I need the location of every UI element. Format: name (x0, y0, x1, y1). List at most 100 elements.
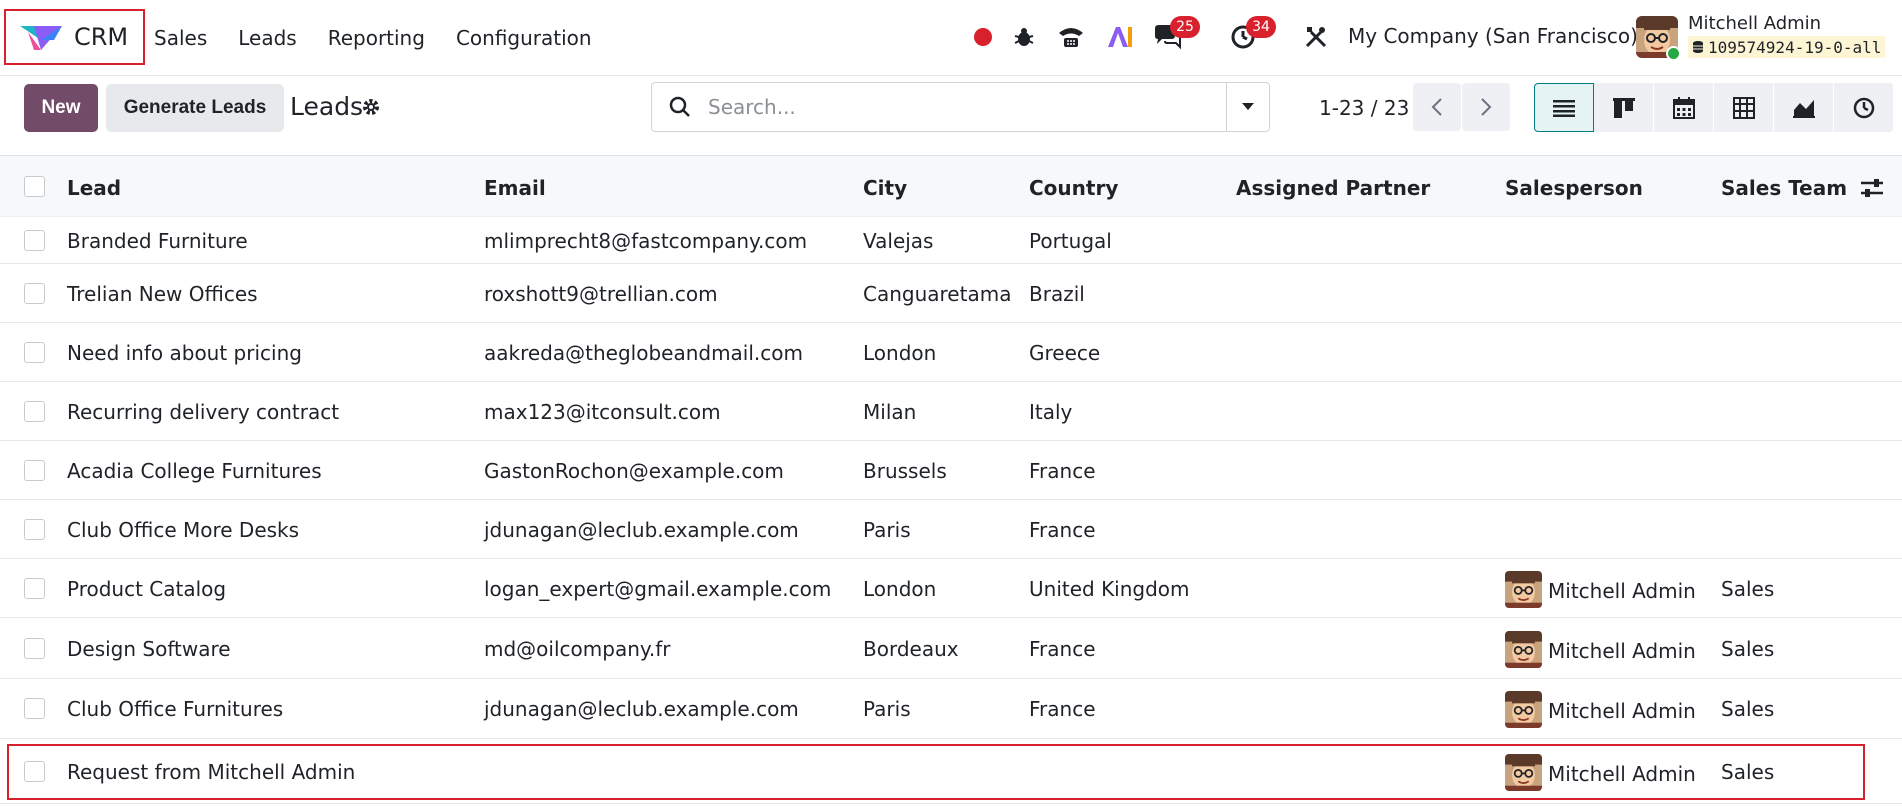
activity-view-icon (1853, 97, 1874, 118)
cell-sales-team: Sales (1721, 759, 1775, 784)
table-row[interactable]: Product Catalog logan_expert@gmail.exampl… (0, 559, 1902, 618)
menu-reporting[interactable]: Reporting (328, 26, 425, 50)
cell-country: Italy (1029, 399, 1073, 424)
column-city[interactable]: City (863, 176, 907, 200)
search-input[interactable] (708, 83, 1226, 131)
kanban-view-icon (1612, 97, 1635, 118)
cell-city: London (863, 340, 937, 365)
ai-icon[interactable] (1105, 22, 1135, 52)
cell-email: max123@itconsult.com (484, 399, 721, 424)
salesperson-avatar[interactable] (1505, 691, 1542, 728)
column-country[interactable]: Country (1029, 176, 1118, 200)
pivot-view-button[interactable] (1714, 83, 1774, 132)
view-switcher (1534, 83, 1894, 132)
search-options-toggle[interactable] (1226, 83, 1269, 131)
list-view-button[interactable] (1534, 83, 1594, 132)
search-icon (652, 96, 708, 118)
graph-view-button[interactable] (1774, 83, 1834, 132)
table-row[interactable]: Recurring delivery contract max123@itcons… (0, 382, 1902, 441)
search-bar (651, 82, 1270, 132)
user-avatar[interactable] (1636, 16, 1681, 61)
cell-salesperson: Mitchell Admin (1548, 638, 1696, 663)
tools-icon[interactable] (1301, 22, 1331, 52)
calendar-view-button[interactable] (1654, 83, 1714, 132)
top-navbar: CRM Sales Leads Reporting Configuration (0, 0, 1902, 76)
cell-email: aakreda@theglobeandmail.com (484, 340, 803, 365)
clock-icon[interactable]: 34 (1228, 16, 1276, 52)
cell-lead: Design Software (67, 636, 231, 661)
pager-value[interactable]: 1-23 / 23 (1319, 96, 1409, 120)
gear-icon[interactable] (361, 97, 383, 119)
row-checkbox[interactable] (24, 229, 45, 251)
salesperson-avatar[interactable] (1505, 630, 1542, 668)
cell-country: United Kingdom (1029, 576, 1190, 601)
table-row[interactable]: Need info about pricing aakreda@theglobea… (0, 323, 1902, 382)
menu-leads[interactable]: Leads (238, 26, 296, 50)
caret-down-icon (1242, 103, 1254, 110)
record-icon[interactable] (968, 22, 998, 52)
column-email[interactable]: Email (484, 176, 546, 200)
row-checkbox[interactable] (24, 577, 45, 599)
row-checkbox[interactable] (24, 341, 45, 363)
table-row[interactable]: Acadia College Furnitures GastonRochon@ex… (0, 441, 1902, 500)
cell-lead: Acadia College Furnitures (67, 458, 322, 483)
table-row[interactable]: Trelian New Offices roxshott9@trellian.co… (0, 264, 1902, 323)
company-switcher[interactable]: My Company (San Francisco) (1348, 24, 1638, 48)
new-button[interactable]: New (24, 84, 98, 132)
menu-sales[interactable]: Sales (154, 26, 207, 50)
cell-email: jdunagan@leclub.example.com (484, 697, 799, 721)
column-assigned-partner[interactable]: Assigned Partner (1236, 176, 1430, 200)
activity-count-badge: 34 (1246, 16, 1276, 38)
row-checkbox[interactable] (24, 698, 45, 719)
row-checkbox[interactable] (24, 637, 45, 659)
app-brand[interactable]: CRM (4, 9, 145, 65)
cell-country: France (1029, 697, 1096, 721)
menu-configuration[interactable]: Configuration (456, 26, 592, 50)
salesperson-avatar[interactable] (1505, 753, 1542, 791)
crm-logo-icon (20, 26, 62, 50)
cell-city: Paris (863, 517, 911, 542)
user-name[interactable]: Mitchell Admin (1688, 13, 1821, 34)
calendar-view-icon (1672, 96, 1695, 119)
cell-lead: Branded Furniture (67, 228, 248, 253)
graph-view-icon (1792, 99, 1815, 118)
cell-city: London (863, 576, 937, 601)
cell-city: Paris (863, 697, 911, 721)
cell-email: roxshott9@trellian.com (484, 281, 718, 306)
select-all-checkbox[interactable] (24, 176, 45, 197)
chat-icon[interactable]: 25 (1152, 16, 1200, 52)
cell-email: mlimprecht8@fastcompany.com (484, 228, 808, 253)
column-salesperson[interactable]: Salesperson (1505, 176, 1643, 200)
row-checkbox[interactable] (24, 760, 45, 782)
table-row[interactable]: Request from Mitchell Admin Sales Mitchell… (0, 739, 1902, 804)
table-row[interactable]: Club Office More Desks jdunagan@leclub.ex… (0, 500, 1902, 559)
database-name: 109574924-19-0-all (1688, 36, 1886, 58)
table-row[interactable]: Branded Furniture mlimprecht8@fastcompany… (0, 217, 1902, 264)
row-checkbox[interactable] (24, 459, 45, 481)
main-menu: Sales Leads Reporting Configuration (154, 0, 623, 76)
column-lead[interactable]: Lead (67, 176, 121, 200)
column-sales-team[interactable]: Sales Team (1721, 176, 1847, 200)
cell-lead: Recurring delivery contract (67, 399, 340, 424)
bug-icon[interactable] (1009, 22, 1039, 52)
pager-next-button[interactable] (1462, 83, 1510, 131)
cell-lead: Need info about pricing (67, 340, 302, 365)
row-checkbox[interactable] (24, 282, 45, 304)
row-checkbox[interactable] (24, 400, 45, 422)
online-status-icon (1666, 46, 1681, 61)
kanban-view-button[interactable] (1594, 83, 1654, 132)
discuss-count-badge: 25 (1170, 16, 1200, 38)
generate-leads-button[interactable]: Generate Leads (106, 84, 284, 132)
cell-city: Brussels (863, 458, 947, 483)
phone-icon[interactable] (1056, 22, 1086, 52)
pager-previous-button[interactable] (1413, 83, 1461, 131)
row-checkbox[interactable] (24, 518, 45, 540)
optional-columns-icon[interactable] (1860, 178, 1884, 198)
table-row[interactable]: Club Office Furnitures jdunagan@leclub.ex… (0, 679, 1902, 739)
activity-view-button[interactable] (1834, 83, 1894, 132)
cell-lead: Product Catalog (67, 576, 227, 601)
salesperson-avatar[interactable] (1505, 570, 1542, 608)
cell-city: Canguaretama (863, 281, 1012, 306)
leads-list: Lead Email City Country Assigned Partner… (0, 155, 1902, 807)
table-row[interactable]: Design Software md@oilcompany.fr Bordeaux F… (0, 618, 1902, 679)
